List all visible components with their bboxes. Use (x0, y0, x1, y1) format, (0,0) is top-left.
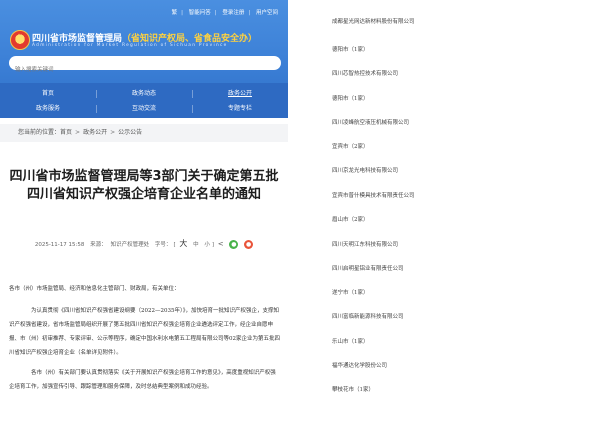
weibo-icon[interactable]: ● (244, 240, 254, 249)
nav-public-info[interactable]: 政务公开 (192, 87, 288, 101)
search-input[interactable] (9, 63, 255, 77)
list-item: 四川富临新能源科技有限公司 (332, 314, 404, 320)
breadcrumb-label: 您当前的位置： (18, 129, 61, 136)
list-item: 四川京龙光电科技有限公司 (332, 168, 399, 174)
publish-date: 2025-11-17 15:58 (34, 242, 85, 248)
list-item: 四川凌峰航空液压机械有限公司 (332, 120, 410, 126)
link-user-space[interactable]: 用户空间 (256, 10, 278, 16)
font-small-button[interactable]: 小 (204, 242, 210, 248)
search-box (9, 56, 281, 77)
source-label: 来源： (90, 242, 107, 248)
fontsize-label: 字号： (154, 242, 172, 248)
enterprise-list-panel: 成都星光网达新材料股份有限公司 德阳市（1家） 四川芯智热控技术有限公司 德阳市… (326, 0, 600, 422)
link-traditional[interactable]: 繁 (172, 10, 178, 16)
article-paragraph-2: 为认真贯彻《四川省知识产权强省建设纲要（2022—2035年）》，加快培育一批知… (9, 308, 281, 356)
nav-interaction[interactable]: 互动交流 (96, 102, 192, 116)
list-item: 宜宾市（2家） (332, 144, 369, 150)
nav-interaction-label: 互动交流 (131, 105, 156, 112)
nav-services[interactable]: 政务服务 (0, 102, 96, 116)
mobile-article-panel: 繁| 智能问答| 登录注册| 用户空间 四川省市场监督管理局（省知识产权局、省食… (0, 0, 288, 422)
link-smart-qa[interactable]: 智能问答 (189, 10, 211, 16)
list-item: 德阳市（1家） (332, 47, 369, 53)
list-item: 攀枝花市（1家） (332, 387, 374, 393)
nav-news-label: 政务动态 (131, 90, 156, 97)
site-header: 繁| 智能问答| 登录注册| 用户空间 四川省市场监督管理局（省知识产权局、省食… (0, 0, 288, 118)
font-medium-button[interactable]: 中 (193, 242, 199, 248)
article-paragraph-3: 各市（州）有关部门要认真贯彻落实《关于开展知识产权强企培育工作的意见》，高度重视… (9, 370, 276, 390)
share-icon[interactable]: < (218, 240, 224, 248)
national-emblem-icon (10, 30, 30, 50)
nav-home-label: 首页 (41, 90, 54, 97)
breadcrumb-public-info[interactable]: 政务公开 (83, 129, 107, 136)
article-paragraph-1: 各市（州）市场监管局、经济和信息化主管部门、财政局，有关单位： (9, 286, 180, 292)
top-links: 繁 | 智能问答 | 登录注册 | 用户空间 (171, 10, 278, 16)
nav-public-info-label: 政务公开 (227, 90, 252, 97)
font-large-button[interactable]: 大 (179, 239, 187, 248)
nav-row-1: 首页 政务动态 政务公开 (0, 87, 288, 101)
list-item: 四川启明星铝业有限责任公司 (332, 266, 404, 272)
nav-home[interactable]: 首页 (0, 87, 96, 101)
breadcrumb-home[interactable]: 首页 (60, 129, 72, 136)
list-item: 四川芯智热控技术有限公司 (332, 71, 399, 77)
breadcrumb-announcements[interactable]: 公示公告 (118, 129, 142, 136)
nav-row-2: 政务服务 互动交流 专题专栏 (0, 102, 288, 116)
site-title-english: Administration for Market Regulation of … (32, 43, 228, 48)
nav-special-topics[interactable]: 专题专栏 (192, 102, 288, 116)
list-item: 遂宁市（1家） (332, 290, 369, 296)
nav-news[interactable]: 政务动态 (96, 87, 192, 101)
article-meta: 2025-11-17 15:58 来源： 知识产权管理处 字号：[ 大 中 小] … (34, 239, 254, 249)
nav-services-label: 政务服务 (35, 105, 60, 112)
breadcrumb: 您当前的位置：首页 > 政务公开 > 公示公告 (0, 124, 288, 142)
list-item: 德阳市（1家） (332, 96, 369, 102)
list-item: 四川天明江东科技有限公司 (332, 242, 399, 248)
list-item: 福华通达化学股份公司 (332, 363, 388, 369)
link-login-register[interactable]: 登录注册 (222, 10, 244, 16)
source-value: 知识产权管理处 (110, 242, 150, 248)
list-item: 眉山市（2家） (332, 217, 369, 223)
list-item: 宜宾市普什模具技术有限责任公司 (332, 193, 415, 199)
article-title: 四川省市场监督管理局等3部门关于确定第五批四川省知识产权强企培育企业名单的通知 (9, 169, 279, 202)
list-item: 乐山市（1家） (332, 339, 369, 345)
list-item: 成都星光网达新材料股份有限公司 (332, 19, 415, 25)
wechat-icon[interactable]: ● (229, 240, 239, 249)
main-nav: 首页 政务动态 政务公开 政务服务 互动交流 专题专栏 (0, 83, 288, 118)
nav-special-topics-label: 专题专栏 (227, 105, 252, 112)
